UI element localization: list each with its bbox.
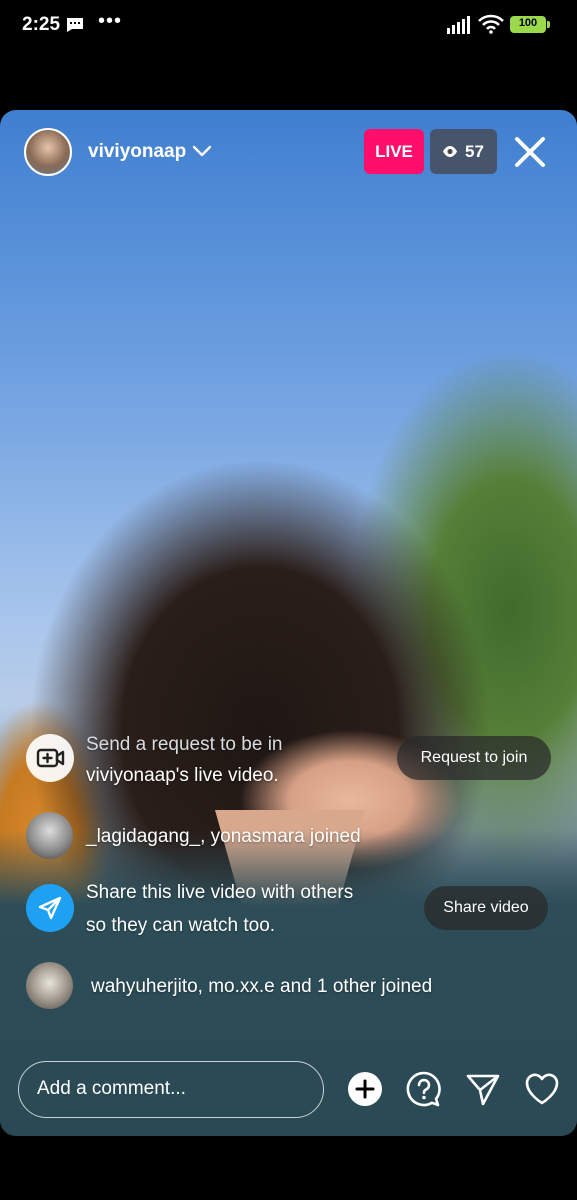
wifi-icon [478, 14, 504, 34]
request-line-1: Send a request to be in [86, 734, 283, 755]
clock: 2:25 [22, 14, 61, 35]
comment-input[interactable]: Add a comment... [18, 1061, 324, 1118]
joined-row: wahyuherjito, mo.xx.e and 1 other joined [26, 962, 556, 1012]
joined-avatar[interactable] [26, 962, 73, 1009]
joined-avatar[interactable] [26, 812, 73, 859]
viewer-count: 57 [465, 142, 484, 161]
share-line-1: Share this live video with others [86, 882, 354, 903]
message-icon [67, 18, 83, 32]
battery-level: 100 [518, 17, 538, 29]
comment-placeholder: Add a comment... [37, 1078, 186, 1099]
close-icon[interactable] [512, 134, 548, 170]
chevron-down-icon[interactable] [192, 143, 212, 159]
share-icon[interactable] [464, 1070, 502, 1108]
battery-tip [547, 21, 550, 28]
signal-icon [447, 16, 470, 34]
share-video-button[interactable]: Share video [424, 886, 548, 930]
joined-text: _lagidagang_, yonasmara joined [86, 826, 361, 847]
request-line-2: viviyonaap's live video. [86, 765, 279, 786]
request-to-join-button[interactable]: Request to join [397, 736, 551, 780]
eye-icon [443, 146, 457, 157]
send-icon [38, 896, 62, 920]
video-add-icon [36, 748, 65, 768]
live-badge: LIVE [364, 129, 424, 174]
joined-row: _lagidagang_, yonasmara joined [26, 812, 556, 862]
host-avatar[interactable] [24, 128, 72, 176]
overflow-dots: ••• [98, 10, 123, 32]
heart-icon[interactable] [523, 1070, 561, 1108]
question-icon[interactable] [405, 1070, 443, 1108]
send-icon-wrap [26, 884, 74, 932]
host-username[interactable]: viviyonaap [88, 141, 186, 163]
add-icon[interactable] [346, 1070, 384, 1108]
viewer-count-badge[interactable]: 57 [430, 129, 497, 174]
share-line-2: so they can watch too. [86, 915, 276, 936]
battery-icon: 100 [510, 16, 546, 33]
joined-text: wahyuherjito, mo.xx.e and 1 other joined [91, 976, 433, 997]
video-add-icon-wrap [26, 734, 74, 782]
status-bar: 2:25 ••• 100 [0, 0, 577, 52]
